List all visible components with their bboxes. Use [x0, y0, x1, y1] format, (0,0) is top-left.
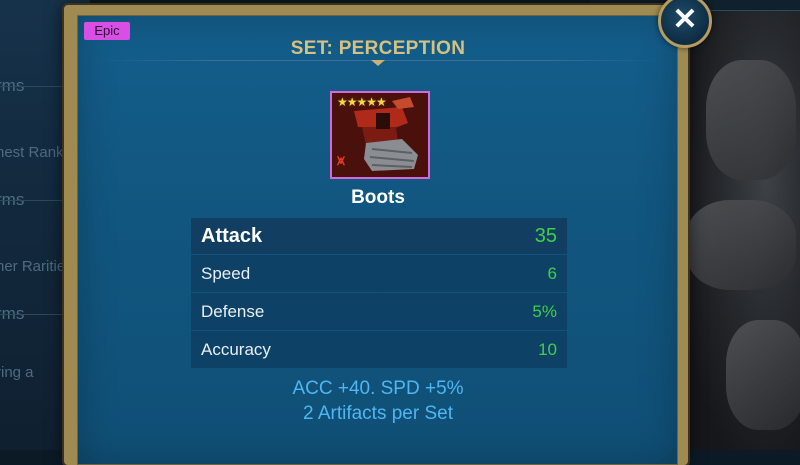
title-caret-icon: [371, 60, 385, 66]
star-rating: ★★★★★: [337, 95, 387, 109]
item-portrait[interactable]: ★★★★★ ⩙: [330, 91, 430, 179]
substat-row: Defense 5%: [191, 293, 567, 330]
background-label: nest Rank: [0, 144, 64, 161]
stat-value: 6: [547, 264, 557, 283]
substat-row: Accuracy 10: [191, 331, 567, 368]
set-bonus-effect: ACC +40. SPD +5%: [292, 378, 464, 399]
stat-name: Defense: [201, 302, 265, 321]
primary-stat-row: Attack 35: [191, 218, 567, 254]
stat-name: Speed: [201, 264, 251, 283]
set-title: SET: PERCEPTION: [290, 38, 466, 59]
set-bonus: ACC +40. SPD +5% 2 Artifacts per Set: [0, 376, 756, 426]
background-label: her Rarities: [0, 258, 73, 275]
stat-value: 35: [534, 225, 557, 247]
stat-name: Accuracy: [201, 340, 271, 359]
close-icon: ✕: [672, 3, 698, 36]
stat-value: 10: [538, 340, 557, 359]
rock-shape: [706, 60, 796, 180]
stat-name: Attack: [201, 225, 263, 247]
perception-set-icon: ⩙: [337, 152, 345, 168]
substat-row: Speed 6: [191, 255, 567, 292]
rock-shape: [686, 200, 796, 290]
stat-value: 5%: [532, 302, 557, 321]
set-bonus-requirement: 2 Artifacts per Set: [303, 403, 453, 424]
item-name: Boots: [351, 187, 405, 208]
stats-table: Attack 35 Speed 6 Defense 5% Accuracy 10: [191, 218, 567, 369]
